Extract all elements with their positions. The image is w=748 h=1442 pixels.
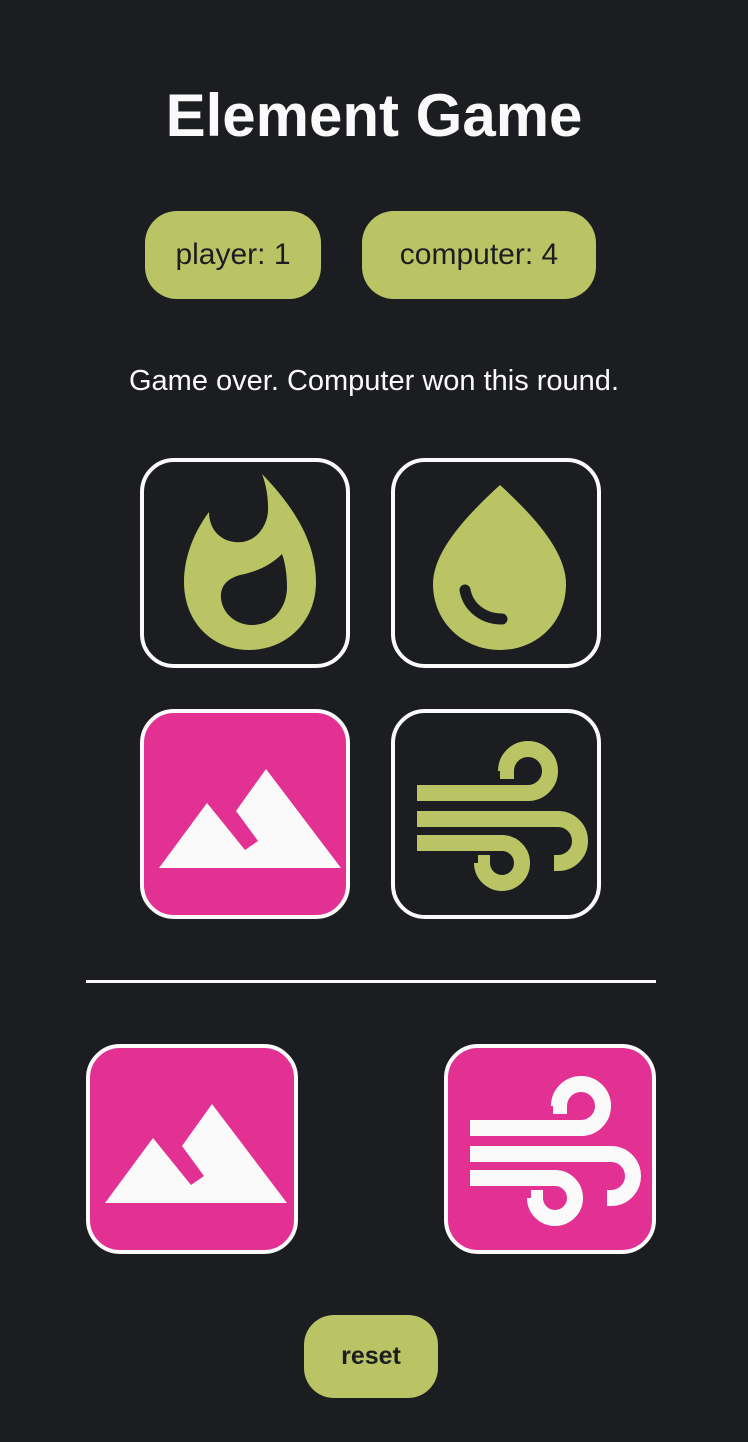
choice-water-button[interactable]	[391, 458, 601, 668]
wind-icon	[395, 713, 597, 915]
reset-button[interactable]: reset	[304, 1315, 438, 1398]
water-drop-icon	[395, 462, 597, 664]
page-title: Element Game	[165, 82, 583, 149]
mountain-icon	[90, 1048, 292, 1250]
mountain-icon	[144, 713, 346, 915]
computer-score-badge: computer: 4	[362, 211, 596, 299]
status-message: Game over. Computer won this round.	[128, 365, 619, 397]
choice-earth-button[interactable]	[140, 709, 350, 919]
player-score-badge: player: 1	[145, 211, 321, 299]
computer-choice-display	[444, 1044, 656, 1254]
choice-wind-button[interactable]	[391, 709, 601, 919]
fire-icon	[144, 462, 346, 664]
divider	[86, 980, 656, 983]
choice-fire-button[interactable]	[140, 458, 350, 668]
wind-icon	[448, 1048, 650, 1250]
player-choice-display	[86, 1044, 298, 1254]
